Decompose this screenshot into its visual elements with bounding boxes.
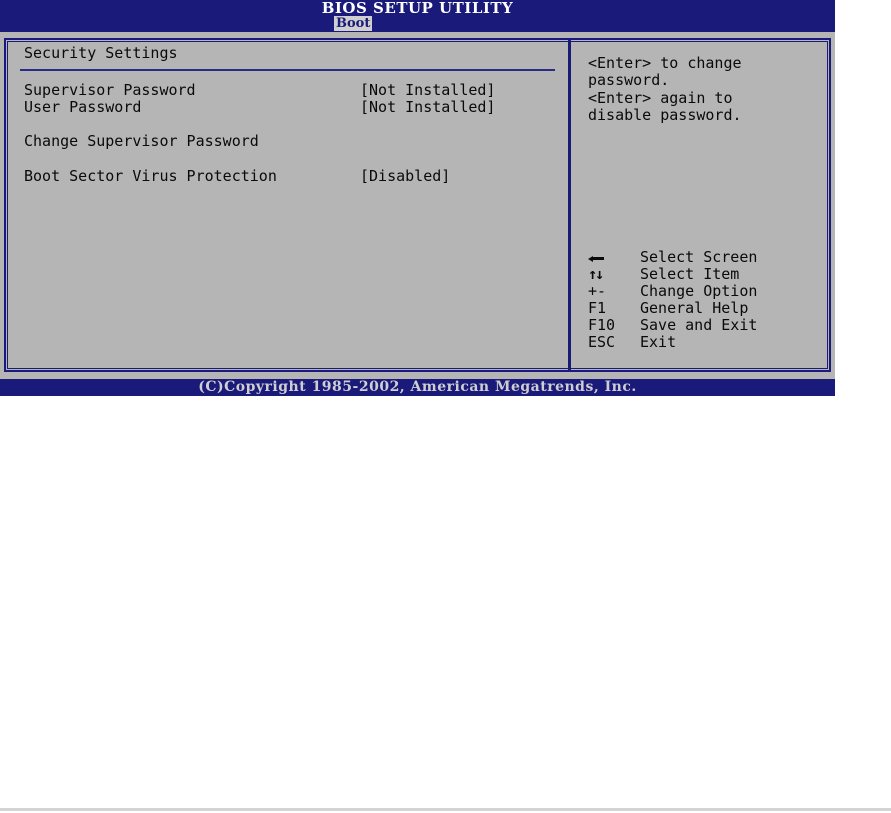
help-text-line: <Enter> again to [588, 89, 733, 107]
key-desc-select-item: Select Item [640, 265, 740, 283]
up-down-arrow-icon: ↑↓ [588, 265, 604, 283]
key-desc-change-option: Change Option [640, 282, 758, 300]
key-f1: F1 [588, 299, 607, 317]
key-f10: F10 [588, 316, 616, 334]
boot-sector-virus-protection-value[interactable]: [Disabled] [360, 168, 450, 185]
page-bottom-rule [0, 808, 891, 811]
key-desc-save-and-exit: Save and Exit [640, 316, 758, 334]
key-desc-exit: Exit [640, 333, 677, 351]
bios-title: BIOS SETUP UTILITY [321, 0, 514, 17]
title-bar: BIOS SETUP UTILITY Boot [0, 0, 835, 32]
user-password-value: [Not Installed] [360, 98, 496, 116]
bios-screen: BIOS SETUP UTILITY Boot Security Setting… [0, 0, 835, 396]
section-underline [20, 69, 555, 71]
copyright-bar: (C)Copyright 1985-2002, American Megatre… [0, 379, 835, 396]
menu-item-supervisor-password[interactable]: Supervisor Password [24, 82, 196, 99]
menu-item-user-password[interactable]: User Password [24, 99, 141, 116]
help-text-line: password. [588, 71, 670, 89]
tab-boot[interactable]: Boot [334, 16, 373, 31]
panel-divider [568, 39, 571, 371]
section-title: Security Settings [24, 44, 178, 62]
key-plus-minus: +- [588, 282, 607, 300]
help-text-line: disable password. [588, 106, 742, 124]
menu-item-boot-sector-virus-protection[interactable]: Boot Sector Virus Protection [24, 168, 277, 185]
left-right-arrow-icon [588, 249, 604, 266]
key-esc: ESC [588, 333, 616, 351]
menu-item-change-supervisor-password[interactable]: Change Supervisor Password [24, 133, 259, 150]
key-desc-general-help: General Help [640, 299, 749, 317]
copyright-text: (C)Copyright 1985-2002, American Megatre… [198, 379, 637, 395]
supervisor-password-value: [Not Installed] [360, 81, 496, 99]
help-text-line: <Enter> to change [588, 54, 742, 72]
key-desc-select-screen: Select Screen [640, 248, 758, 266]
